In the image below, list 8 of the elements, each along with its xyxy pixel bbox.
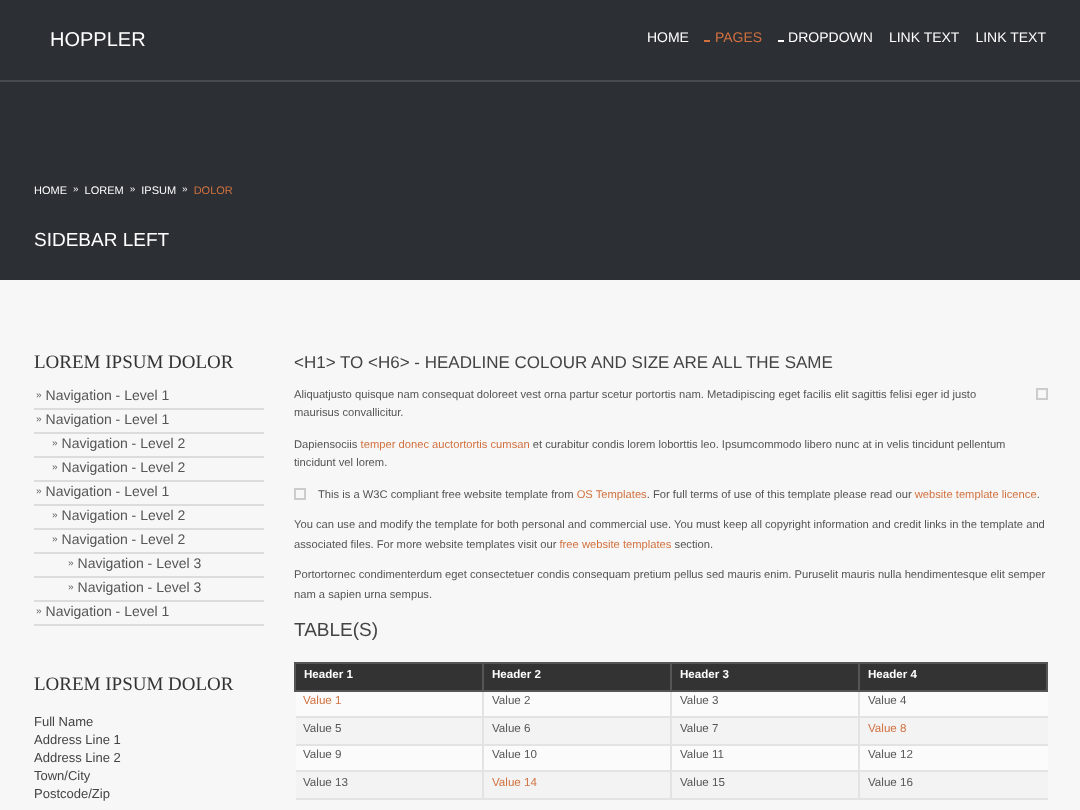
content-heading: <H1> TO <H6> - HEADLINE COLOUR AND SIZE ARE ALL THE SAME: [294, 350, 835, 376]
page-title: SIDEBAR LEFT: [32, 228, 172, 257]
image-placeholder: [294, 487, 306, 500]
table-heading: TABLE(S): [294, 618, 381, 647]
image-placeholder: [1036, 387, 1048, 400]
sidebar-heading: LOREM IPSUM DOLOR: [34, 674, 236, 701]
site-logo: HOPPLER: [50, 27, 146, 55]
sidebar-heading: LOREM IPSUM DOLOR: [34, 352, 236, 378]
